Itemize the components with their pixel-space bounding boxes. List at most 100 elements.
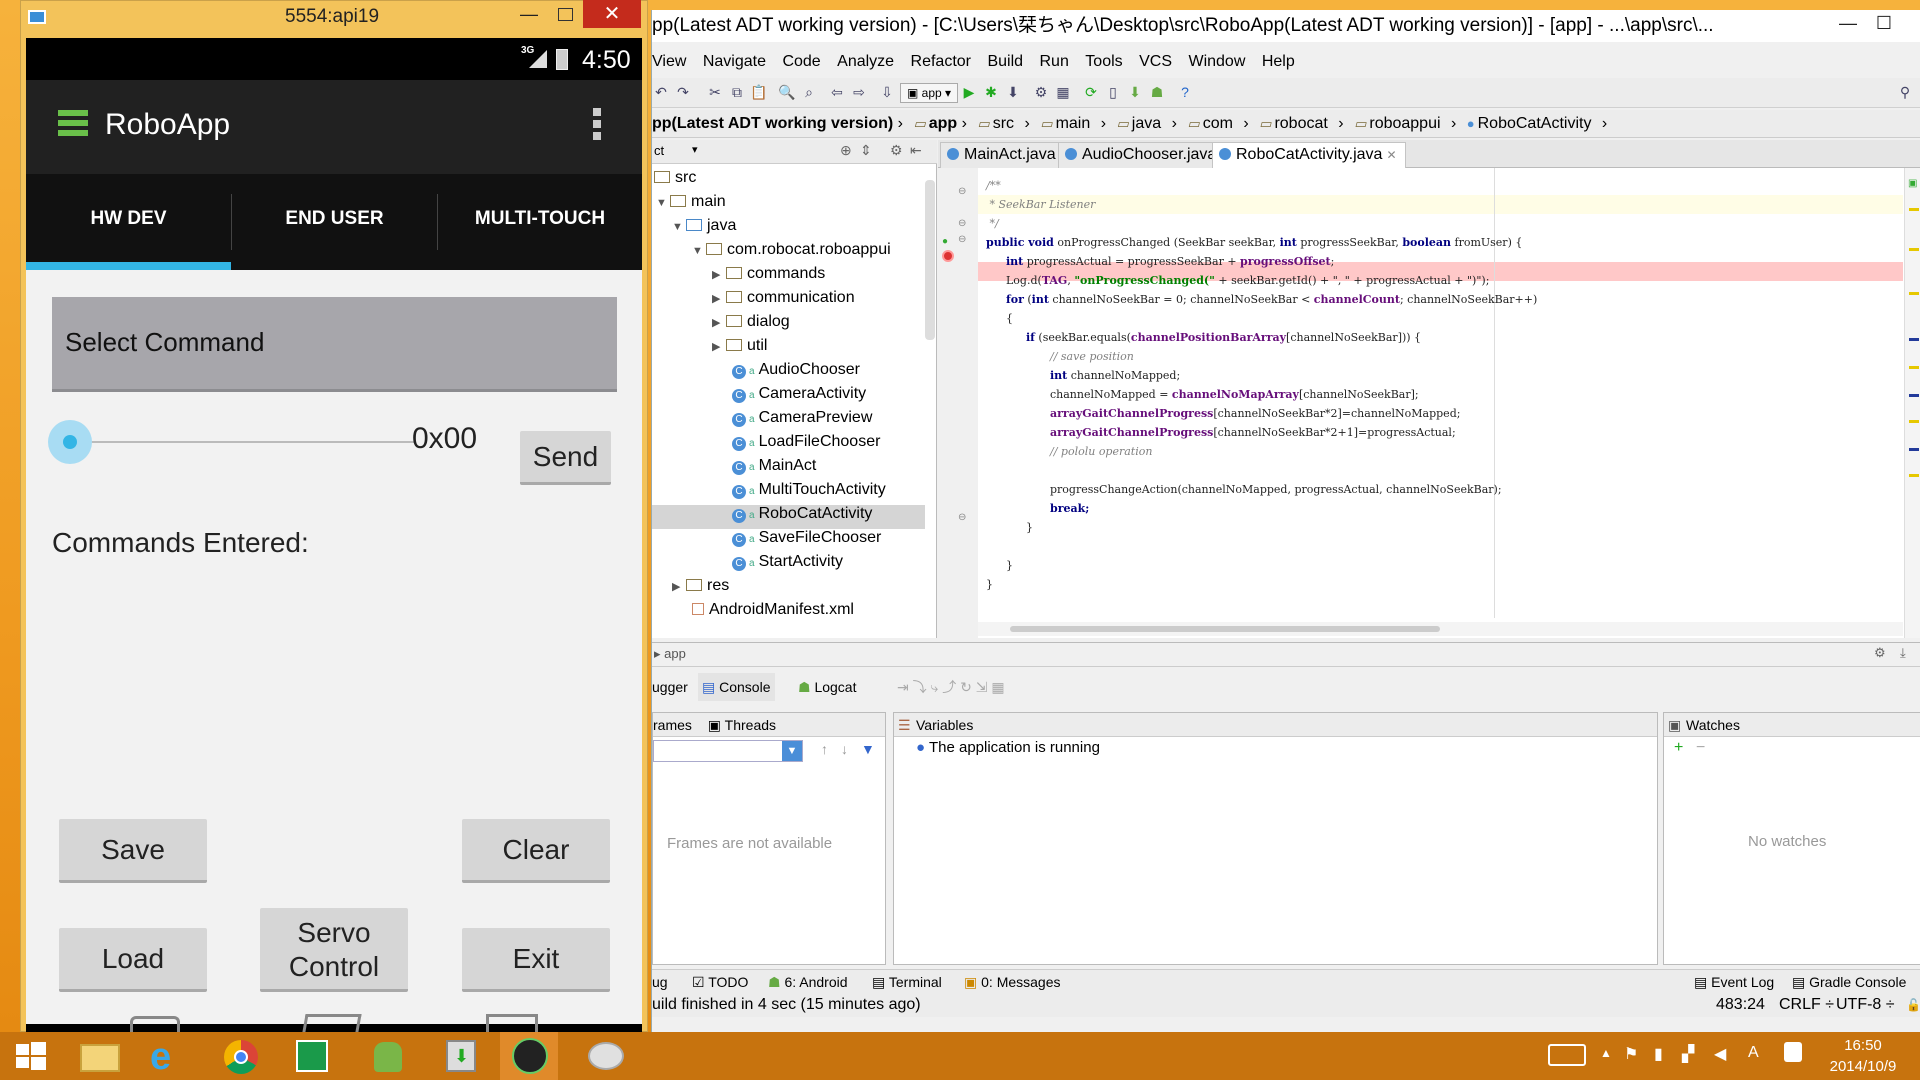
tree-node-mainact[interactable]: Ca MainAct <box>732 454 816 480</box>
frame-up-icon[interactable]: ↑ <box>821 741 828 757</box>
copy-icon[interactable]: ⧉ <box>728 83 746 101</box>
load-button[interactable]: Load <box>59 928 207 992</box>
crumb-roboappui[interactable]: ▭ roboappui › <box>1354 110 1462 138</box>
fold-icon[interactable]: ⊖ <box>958 218 966 229</box>
tab-end-user[interactable]: END USER <box>232 174 437 270</box>
android-tab[interactable]: ☗ 6: Android <box>768 970 848 994</box>
expand-arrow-icon[interactable]: ▼ <box>692 239 706 263</box>
menu-refactor[interactable]: Refactor <box>911 50 971 74</box>
android-studio-icon[interactable] <box>360 1032 418 1080</box>
line-separator[interactable]: CRLF ÷ <box>1779 993 1834 1017</box>
tree-node-startactivity[interactable]: Ca StartActivity <box>732 550 843 576</box>
debugger-tab[interactable]: ugger <box>652 673 688 701</box>
chrome-icon[interactable] <box>212 1032 270 1080</box>
messages-tab[interactable]: ▣ 0: Messages <box>964 970 1061 994</box>
network-icon[interactable]: ▞ <box>1682 1044 1694 1064</box>
filter-icon[interactable]: ▼ <box>861 741 875 757</box>
scroll-from-source-icon[interactable]: ⊕ <box>840 142 852 159</box>
menu-tools[interactable]: Tools <box>1085 50 1122 74</box>
tree-node-manifest[interactable]: AndroidManifest.xml <box>692 598 854 622</box>
power-icon[interactable]: ▮ <box>1654 1044 1663 1064</box>
recents-icon[interactable] <box>486 1014 538 1032</box>
tree-node-loadfilechooser[interactable]: Ca LoadFileChooser <box>732 430 880 456</box>
crumb-project[interactable]: pp(Latest ADT working version) › <box>652 110 909 138</box>
avd-icon[interactable]: ▯ <box>1104 83 1122 101</box>
caret-position[interactable]: 483:24 <box>1716 993 1765 1017</box>
logcat-tab[interactable]: ☗ Logcat <box>798 673 857 701</box>
expand-arrow-icon[interactable]: ▶ <box>672 575 686 599</box>
menu-code[interactable]: Code <box>782 50 820 74</box>
menu-vcs[interactable]: VCS <box>1139 50 1172 74</box>
thread-select[interactable]: ▼ <box>653 740 803 762</box>
tree-node-savefilechooser[interactable]: Ca SaveFileChooser <box>732 526 881 552</box>
menu-help[interactable]: Help <box>1262 50 1295 74</box>
menu-window[interactable]: Window <box>1188 50 1245 74</box>
menu-run[interactable]: Run <box>1039 50 1068 74</box>
tree-node-package[interactable]: ▼ com.robocat.roboappui <box>692 238 891 263</box>
undo-icon[interactable]: ↶ <box>652 83 670 101</box>
internet-explorer-icon[interactable]: e <box>140 1032 198 1080</box>
forward-nav-icon[interactable]: ⇨ <box>850 83 868 101</box>
run-icon[interactable]: ▶ <box>960 83 978 101</box>
settings-icon[interactable]: ⚙ <box>1032 83 1050 101</box>
ime-mode-icon[interactable]: A <box>1748 1044 1759 1062</box>
crumb-com[interactable]: ▭ com › <box>1187 110 1254 138</box>
maximize-button[interactable] <box>558 8 573 21</box>
project-view-select[interactable]: ct <box>654 143 664 158</box>
search-everywhere-icon[interactable]: ⚲ <box>1896 83 1914 101</box>
add-watch-icon[interactable]: + <box>1674 739 1683 757</box>
ide-minimize-button[interactable]: — <box>1830 10 1866 36</box>
crumb-robocat[interactable]: ▭ robocat › <box>1259 110 1349 138</box>
menu-navigate[interactable]: Navigate <box>703 50 766 74</box>
fold-icon[interactable]: ⊖ <box>958 512 966 523</box>
show-hidden-icons[interactable]: ▲ <box>1600 1046 1612 1060</box>
help-icon[interactable]: ? <box>1176 83 1194 101</box>
keyboard-icon[interactable] <box>1548 1044 1586 1066</box>
expand-arrow-icon[interactable]: ▼ <box>656 191 670 215</box>
downloads-icon[interactable]: ⬇ <box>432 1032 490 1080</box>
crumb-app[interactable]: ▭ app › <box>913 110 973 138</box>
console-tab[interactable]: ▤ Console <box>698 673 775 701</box>
back-nav-icon[interactable]: ⇦ <box>828 83 846 101</box>
paint-icon[interactable] <box>576 1032 634 1080</box>
save-button[interactable]: Save <box>59 819 207 883</box>
ide-close-button[interactable] <box>1902 10 1920 36</box>
terminal-tab[interactable]: ▤ Terminal <box>872 970 942 994</box>
ime-icon[interactable] <box>1784 1042 1802 1062</box>
sync-icon[interactable]: ⟳ <box>1082 83 1100 101</box>
redo-icon[interactable]: ↷ <box>674 83 692 101</box>
debug-icon[interactable]: ✱ <box>982 83 1000 101</box>
editor-hscroll[interactable] <box>978 622 1903 636</box>
editor-tab-robocatactivity[interactable]: RoboCatActivity.java ✕ <box>1212 142 1406 168</box>
collapse-all-icon[interactable]: ⇕ <box>860 142 872 159</box>
store-icon[interactable] <box>284 1032 342 1080</box>
file-encoding[interactable]: UTF-8 ÷ <box>1836 993 1895 1017</box>
expand-arrow-icon[interactable]: ▶ <box>712 263 726 287</box>
sdk-icon[interactable]: ⬇ <box>1126 83 1144 101</box>
back-icon[interactable] <box>130 1016 180 1032</box>
lock-icon[interactable]: 🔓 <box>1906 993 1920 1017</box>
tree-node-robocatactivity[interactable]: Ca RoboCatActivity <box>732 502 872 528</box>
editor-gutter[interactable]: ⊖ ⊖ ● ⊖ ⊖ <box>938 168 978 638</box>
tree-node-util[interactable]: ▶ util <box>712 334 767 359</box>
threads-tab[interactable]: ▣ Threads <box>708 717 776 733</box>
fold-icon[interactable]: ⊖ <box>958 234 966 245</box>
expand-arrow-icon[interactable]: ▼ <box>672 215 686 239</box>
file-explorer-icon[interactable] <box>72 1032 130 1080</box>
find-icon[interactable]: 🔍 <box>778 83 796 101</box>
run-config-select[interactable]: ▣ app ▾ <box>900 83 959 103</box>
emulator-taskbar-icon[interactable] <box>500 1032 558 1080</box>
overflow-menu-icon[interactable] <box>593 108 601 140</box>
code-area[interactable]: /** * SeekBar Listener */ public void on… <box>978 168 1903 620</box>
clear-button[interactable]: Clear <box>462 819 610 883</box>
close-tab-icon[interactable]: ✕ <box>1386 148 1396 162</box>
home-icon[interactable] <box>302 1014 362 1032</box>
error-stripe[interactable]: ▣ <box>1904 168 1920 638</box>
hide-debug-icon[interactable]: ⤓ <box>1900 645 1906 661</box>
debug-settings-icon[interactable]: ⚙ <box>1874 645 1886 661</box>
crumb-java[interactable]: ▭ java › <box>1117 110 1183 138</box>
close-button[interactable]: ✕ <box>583 0 641 28</box>
tree-node-java[interactable]: ▼ java <box>672 214 736 239</box>
cut-icon[interactable]: ✂ <box>706 83 724 101</box>
hide-panel-icon[interactable]: ⇤ <box>910 142 922 159</box>
